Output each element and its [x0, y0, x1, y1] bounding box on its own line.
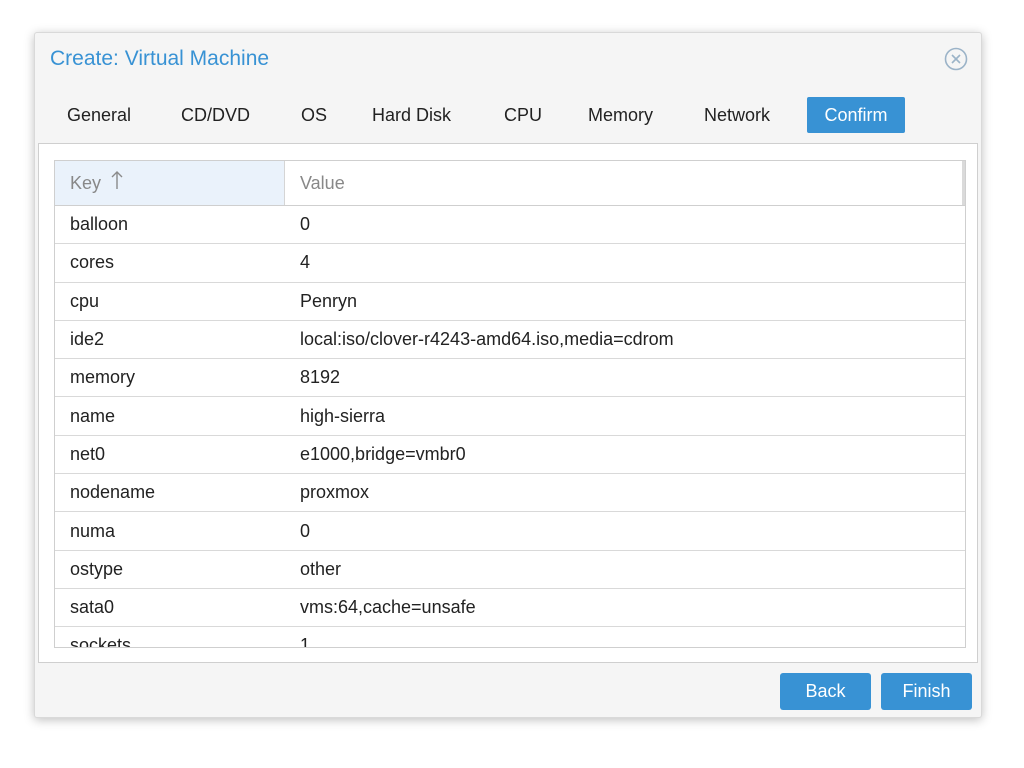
- row-value: local:iso/clover-r4243-amd64.iso,media=c…: [300, 329, 674, 350]
- column-header-value[interactable]: Value: [285, 161, 965, 205]
- row-key: cpu: [70, 290, 100, 311]
- row-key: nodename: [70, 482, 156, 503]
- tab-cd-dvd[interactable]: CD/DVD: [167, 97, 264, 133]
- row-key: sata0: [70, 597, 115, 618]
- row-value: 4: [300, 252, 311, 273]
- sort-ascending-arrow-icon: [110, 162, 124, 206]
- row-value: high-sierra: [300, 405, 386, 426]
- confirm-panel: Key Value balloon 0 cores 4 cpu Penryn ide2…: [38, 143, 978, 663]
- row-key: numa: [70, 520, 116, 541]
- row-key: balloon: [70, 214, 129, 235]
- row-value: 0: [300, 214, 311, 235]
- grid-body: balloon 0 cores 4 cpu Penryn ide2 local:iso/…: [55, 206, 965, 648]
- row-value: Penryn: [300, 290, 358, 311]
- tab-general[interactable]: General: [53, 97, 145, 133]
- close-circle-icon: [944, 47, 968, 71]
- row-value: 0: [300, 520, 311, 541]
- table-row[interactable]: nodename proxmox: [55, 474, 965, 513]
- row-value: 8192: [300, 367, 341, 388]
- table-row[interactable]: ide2 local:iso/clover-r4243-amd64.iso,med…: [55, 321, 965, 360]
- row-key: cores: [70, 252, 115, 273]
- row-value: proxmox: [300, 482, 370, 503]
- table-row[interactable]: numa 0: [55, 512, 965, 551]
- row-value: 1: [300, 635, 311, 648]
- table-row[interactable]: name high-sierra: [55, 397, 965, 436]
- table-row[interactable]: sockets 1: [55, 627, 965, 648]
- tab-os[interactable]: OS: [287, 97, 341, 133]
- column-header-key-label: Key: [70, 173, 102, 193]
- tab-network[interactable]: Network: [690, 97, 784, 133]
- tab-memory[interactable]: Memory: [574, 97, 667, 133]
- column-header-key[interactable]: Key: [55, 161, 285, 205]
- table-row[interactable]: ostype other: [55, 551, 965, 589]
- back-button[interactable]: Back: [780, 673, 871, 710]
- table-row[interactable]: cores 4: [55, 244, 965, 283]
- row-key: memory: [70, 367, 136, 388]
- row-value: e1000,bridge=vmbr0: [300, 443, 466, 464]
- row-key: ostype: [70, 558, 124, 579]
- row-key: sockets: [70, 635, 132, 648]
- row-key: name: [70, 405, 116, 426]
- wizard-tab-bar: General CD/DVD OS Hard Disk CPU Memory N…: [35, 95, 981, 135]
- finish-button[interactable]: Finish: [881, 673, 972, 710]
- row-value: vms:64,cache=unsafe: [300, 597, 476, 618]
- table-row[interactable]: sata0 vms:64,cache=unsafe: [55, 589, 965, 628]
- row-value: other: [300, 558, 342, 579]
- summary-grid: Key Value balloon 0 cores 4 cpu Penryn ide2…: [54, 160, 966, 648]
- close-button[interactable]: [944, 47, 968, 71]
- table-row[interactable]: net0 e1000,bridge=vmbr0: [55, 436, 965, 475]
- grid-header: Key Value: [55, 161, 965, 206]
- tab-cpu[interactable]: CPU: [490, 97, 556, 133]
- tab-confirm[interactable]: Confirm: [807, 97, 905, 133]
- table-row[interactable]: balloon 0: [55, 206, 965, 245]
- row-key: net0: [70, 443, 106, 464]
- dialog-title: Create: Virtual Machine: [50, 47, 270, 70]
- tab-hard-disk[interactable]: Hard Disk: [358, 97, 465, 133]
- table-row[interactable]: cpu Penryn: [55, 283, 965, 321]
- create-vm-dialog: Create: Virtual Machine General CD/DVD O…: [34, 32, 982, 718]
- row-key: ide2: [70, 329, 105, 350]
- table-row[interactable]: memory 8192: [55, 359, 965, 398]
